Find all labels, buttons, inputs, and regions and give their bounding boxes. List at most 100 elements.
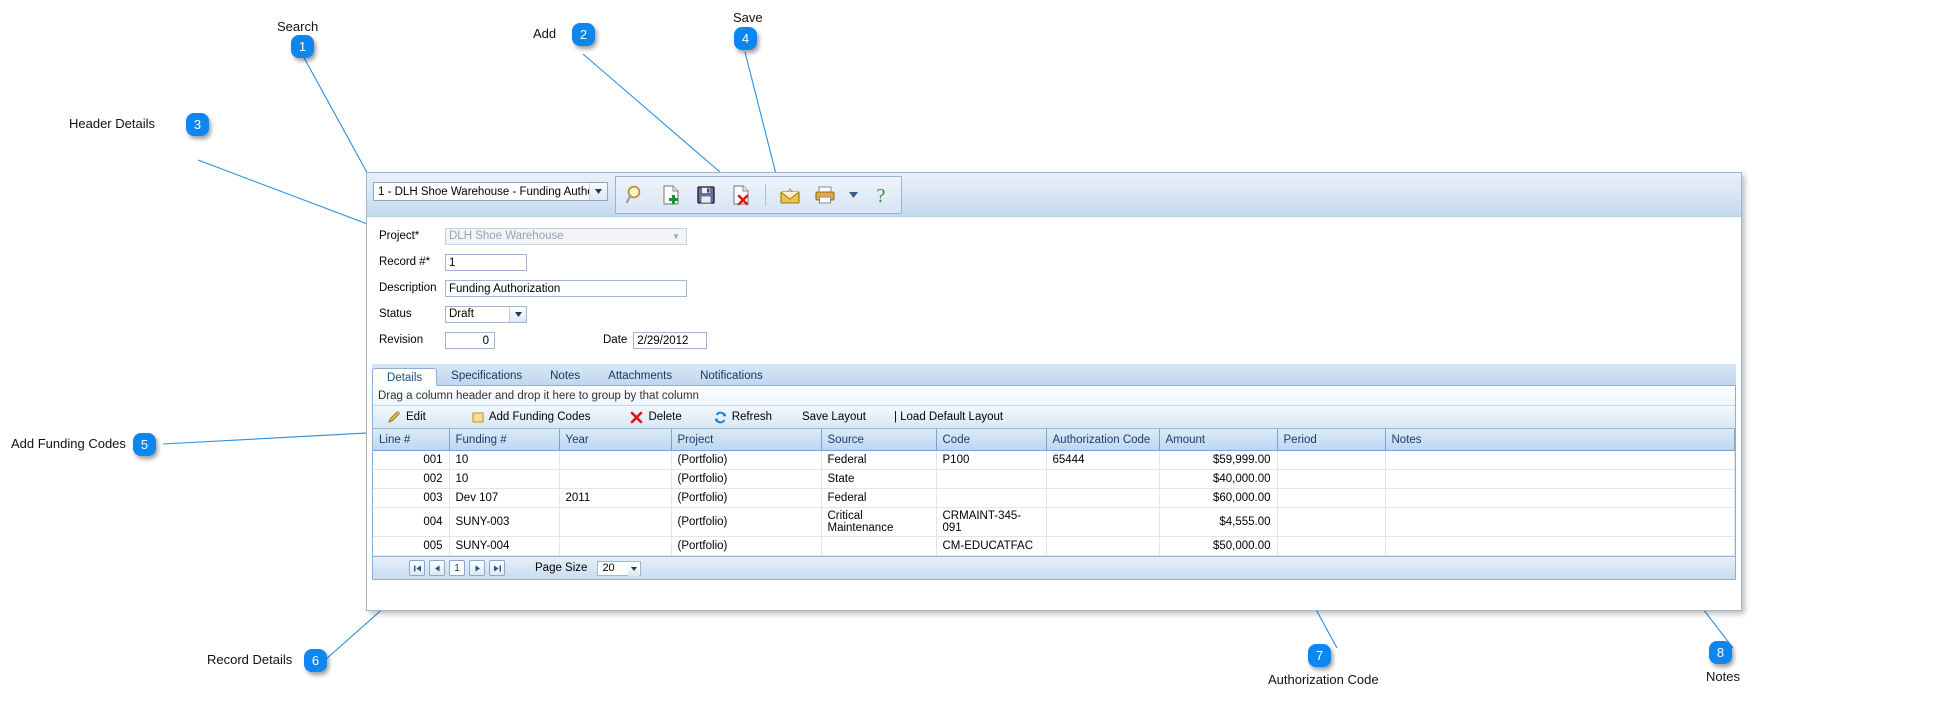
- callout-badge-2: 2: [572, 23, 595, 46]
- search-icon[interactable]: [623, 182, 649, 208]
- page-size-select[interactable]: 20: [597, 560, 642, 576]
- group-by-drop-area[interactable]: Drag a column header and drop it here to…: [373, 386, 1735, 406]
- delete-button[interactable]: Delete: [630, 411, 682, 424]
- first-page-button[interactable]: [409, 560, 425, 576]
- callout-label-6: Record Details: [207, 652, 293, 667]
- edit-button[interactable]: Edit: [387, 410, 426, 424]
- column-header-code[interactable]: Code: [936, 429, 1047, 451]
- cell-line: 004: [373, 507, 450, 537]
- cell-source: Federal: [821, 488, 937, 508]
- project-label: Project*: [379, 230, 420, 242]
- refresh-label: Refresh: [731, 411, 773, 423]
- callout-label-2: Add: [533, 26, 557, 41]
- callout-badge-7: 7: [1308, 644, 1331, 667]
- previous-page-button[interactable]: [429, 560, 445, 576]
- cell-year: [559, 507, 672, 537]
- column-header-funding[interactable]: Funding #: [449, 429, 560, 451]
- cell-year: 2011: [559, 488, 672, 508]
- cell-period: [1277, 507, 1386, 537]
- funding-codes-table: Line # Funding # Year Project Source Cod…: [373, 429, 1735, 556]
- column-header-amount[interactable]: Amount: [1159, 429, 1278, 451]
- field-row-revision: Revision 0 Date 2/29/2012: [367, 330, 1741, 350]
- column-header-period[interactable]: Period: [1277, 429, 1386, 451]
- add-icon[interactable]: [658, 182, 684, 208]
- chevron-down-icon[interactable]: [589, 183, 607, 200]
- table-row[interactable]: 005 SUNY-004 (Portfolio) CM-EDUCATFAC $5…: [373, 536, 1735, 556]
- print-icon[interactable]: [812, 182, 838, 208]
- next-page-button[interactable]: [469, 560, 485, 576]
- add-funding-codes-button[interactable]: Add Funding Codes: [472, 411, 590, 423]
- cell-project: (Portfolio): [671, 488, 822, 508]
- cell-year: [559, 469, 672, 489]
- refresh-button[interactable]: Refresh: [714, 411, 772, 424]
- record-label: Record #*: [379, 256, 431, 268]
- description-field[interactable]: Funding Authorization: [445, 279, 687, 297]
- project-field[interactable]: DLH Shoe Warehouse ▼: [445, 227, 687, 245]
- edit-label: Edit: [406, 411, 426, 423]
- column-header-source[interactable]: Source: [821, 429, 937, 451]
- cell-funding: 10: [449, 450, 560, 470]
- tab-notifications[interactable]: Notifications: [686, 367, 777, 385]
- revision-field[interactable]: 0: [445, 331, 495, 349]
- delete-icon[interactable]: [728, 182, 754, 208]
- table-row[interactable]: 004 SUNY-003 (Portfolio) Critical Mainte…: [373, 507, 1735, 537]
- cell-funding: 10: [449, 469, 560, 489]
- cell-year: [559, 536, 672, 556]
- save-layout-button[interactable]: Save Layout: [802, 411, 866, 423]
- column-header-line[interactable]: Line #: [373, 429, 450, 451]
- cell-auth: [1046, 488, 1160, 508]
- cell-source: State: [821, 469, 937, 489]
- tab-attachments[interactable]: Attachments: [594, 367, 686, 385]
- project-value: DLH Shoe Warehouse: [449, 229, 564, 242]
- record-selector[interactable]: 1 - DLH Shoe Warehouse - Funding Authori…: [373, 182, 608, 201]
- date-field[interactable]: 2/29/2012: [633, 331, 708, 349]
- description-label: Description: [379, 282, 437, 294]
- record-number-field[interactable]: 1: [445, 253, 527, 271]
- chevron-down-icon[interactable]: [509, 306, 526, 322]
- column-header-project[interactable]: Project: [671, 429, 822, 451]
- cell-period: [1277, 469, 1386, 489]
- tab-details[interactable]: Details: [372, 368, 438, 386]
- chevron-down-icon[interactable]: [628, 562, 640, 576]
- grid-action-toolbar: Edit Add Funding Codes Delete Refresh Sa…: [373, 406, 1735, 429]
- application-panel: 1 - DLH Shoe Warehouse - Funding Authori…: [366, 172, 1742, 611]
- callout-label-3: Header Details: [69, 116, 155, 131]
- column-header-year[interactable]: Year: [559, 429, 672, 451]
- status-label: Status: [379, 308, 412, 320]
- column-header-authorization-code[interactable]: Authorization Code: [1046, 429, 1160, 451]
- cell-project: (Portfolio): [671, 469, 822, 489]
- tab-specifications[interactable]: Specifications: [437, 367, 536, 385]
- cell-year: [559, 450, 672, 470]
- cell-line: 005: [373, 536, 450, 556]
- tab-notes[interactable]: Notes: [536, 367, 594, 385]
- cell-notes: [1385, 450, 1735, 470]
- cell-code: CRMAINT-345-091: [936, 507, 1047, 537]
- table-row[interactable]: 003 Dev 107 2011 (Portfolio) Federal $60…: [373, 488, 1735, 508]
- last-page-button[interactable]: [489, 560, 505, 576]
- delete-label: Delete: [648, 411, 682, 423]
- callout-label-7: Authorization Code: [1268, 672, 1379, 687]
- save-icon[interactable]: [693, 182, 719, 208]
- cell-period: [1277, 450, 1386, 470]
- page-size-value: 20: [602, 562, 615, 574]
- cell-code: P100: [936, 450, 1047, 470]
- load-default-layout-button[interactable]: | Load Default Layout: [894, 411, 1003, 423]
- field-row-status: Status Draft: [367, 304, 1741, 324]
- help-icon[interactable]: ?: [868, 182, 894, 208]
- cell-code: [936, 469, 1047, 489]
- table-row[interactable]: 001 10 (Portfolio) Federal P100 65444 $5…: [373, 450, 1735, 470]
- callout-label-4: Save: [733, 10, 763, 25]
- pencil-icon: [387, 410, 401, 424]
- email-icon[interactable]: [777, 182, 803, 208]
- panel-toolbar: 1 - DLH Shoe Warehouse - Funding Authori…: [367, 173, 1741, 217]
- table-header-row: Line # Funding # Year Project Source Cod…: [373, 429, 1735, 451]
- page-number-button[interactable]: 1: [449, 560, 465, 576]
- revision-label: Revision: [379, 334, 424, 346]
- column-header-notes[interactable]: Notes: [1385, 429, 1735, 451]
- print-dropdown-icon[interactable]: [847, 182, 859, 208]
- table-row[interactable]: 002 10 (Portfolio) State $40,000.00: [373, 469, 1735, 489]
- header-details-form: Project* DLH Shoe Warehouse ▼ Record #* …: [367, 217, 1741, 360]
- tab-strip: Details Specifications Notes Attachments…: [372, 364, 1736, 386]
- status-select[interactable]: Draft: [445, 305, 527, 323]
- cell-code: [936, 488, 1047, 508]
